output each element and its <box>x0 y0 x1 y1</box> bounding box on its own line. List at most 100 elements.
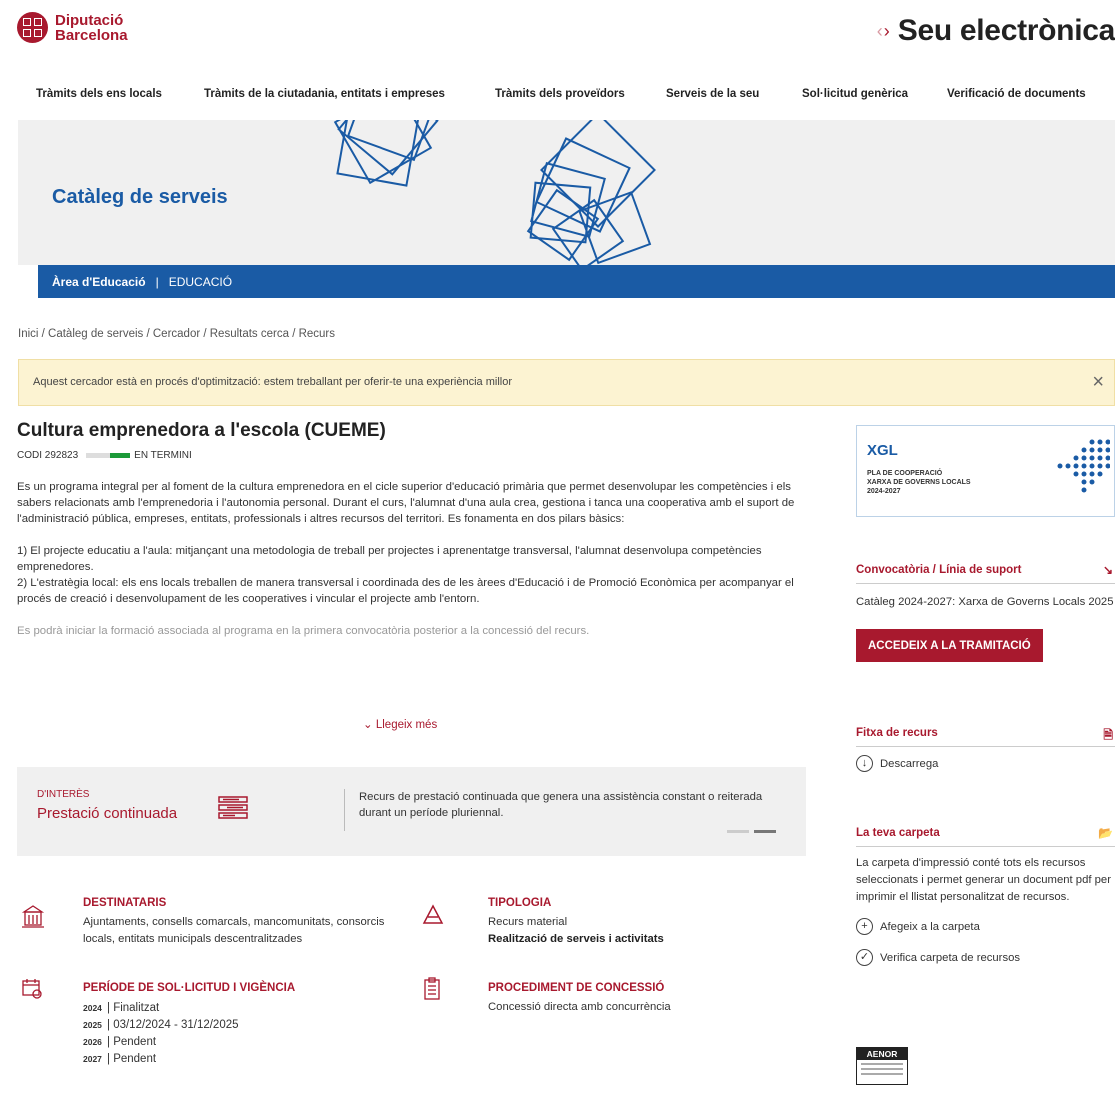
verify-folder-link[interactable]: ✓ Verifica carpeta de recursos <box>856 949 1115 966</box>
year-row: 2024 | Finalitzat <box>83 1000 295 1017</box>
area-separator: | <box>155 274 159 289</box>
nav-sollicitud-generica[interactable]: Sol·licitud genèrica <box>802 88 908 100</box>
logo-line2: Barcelona <box>55 26 128 44</box>
year-label: 2024 <box>83 1003 102 1013</box>
aenor-label: AENOR <box>857 1048 907 1060</box>
hero-banner: Catàleg de serveis <box>18 120 1115 265</box>
folder-icon: 📂 <box>1098 826 1113 840</box>
interes-text: Recurs de prestació continuada que gener… <box>359 791 763 819</box>
document-icon <box>424 977 440 1000</box>
periode-block: PERÍODE DE SOL·LICITUD I VIGÈNCIA 2024 | … <box>83 982 295 1068</box>
close-icon[interactable]: × <box>1092 372 1104 392</box>
destinataris-text: Ajuntaments, consells comarcals, mancomu… <box>83 916 385 945</box>
procediment-block: PROCEDIMENT DE CONCESSIÓ Concessió direc… <box>488 982 671 1016</box>
xgl-sub2: XARXA DE GOVERNS LOCALS <box>867 479 971 486</box>
interes-card: D'INTERÈS Prestació continuada Recurs de… <box>17 767 806 856</box>
year-value: Finalitzat <box>113 1002 160 1014</box>
year-row: 2025 | 03/12/2024 - 31/12/2025 <box>83 1017 295 1034</box>
download-label: Descarrega <box>880 757 939 770</box>
tipologia-text-2: Realització de serveis i activitats <box>488 933 664 945</box>
year-value: 03/12/2024 - 31/12/2025 <box>113 1019 239 1031</box>
calendar-icon <box>22 979 42 999</box>
download-link[interactable]: ↓ Descarrega <box>856 755 1115 772</box>
carousel-dot-active[interactable] <box>754 830 776 833</box>
site-title: Seu electrònica <box>897 14 1115 47</box>
building-icon <box>21 905 45 928</box>
year-row: 2026 | Pendent <box>83 1034 295 1051</box>
aenor-certification-logo: AENOR <box>856 1047 908 1085</box>
xgl-dots-logo-icon <box>1057 439 1110 493</box>
interes-label: D'INTERÈS <box>37 789 90 800</box>
code-brackets-icon: ‹ › <box>876 20 890 41</box>
breadcrumb[interactable]: Inici / Catàleg de serveis / Cercador / … <box>18 328 335 340</box>
resource-main: Cultura emprenedora a l'escola (CUEME) C… <box>17 420 807 1065</box>
convocatoria-section: Convocatòria / Línia de suport ↘ Catàleg… <box>856 563 1115 662</box>
site-header: Diputació Barcelona ‹ › Seu electrònica <box>0 0 1115 75</box>
nav-tramits-proveidors[interactable]: Tràmits dels proveïdors <box>495 88 625 100</box>
procediment-text: Concessió directa amb concurrència <box>488 1001 671 1013</box>
access-tramitacio-button[interactable]: ACCEDEIX A LA TRAMITACIÓ <box>856 629 1043 662</box>
carpeta-heading: La teva carpeta <box>856 827 940 839</box>
xgl-title: XGL <box>867 442 898 459</box>
periode-heading: PERÍODE DE SOL·LICITUD I VIGÈNCIA <box>83 982 296 994</box>
diputacio-emblem-icon <box>17 12 48 43</box>
desc-paragraph-2: 1) El projecte educatiu a l'aula: mitjan… <box>17 545 762 573</box>
status-bar-green <box>110 453 131 458</box>
check-icon: ✓ <box>856 949 873 966</box>
logo-line1: Diputació <box>55 11 124 29</box>
procediment-heading: PROCEDIMENT DE CONCESSIÓ <box>488 982 665 994</box>
interes-value: Prestació continuada <box>37 805 178 822</box>
carpeta-text: La carpeta d'impressió conté tots els re… <box>856 857 1111 903</box>
year-value: Pendent <box>113 1053 157 1065</box>
resource-title: Cultura emprenedora a l'escola (CUEME) <box>17 420 386 441</box>
resource-code: CODI 292823 <box>17 450 79 461</box>
tipologia-text-1: Recurs material <box>488 916 568 928</box>
fitxa-heading: Fitxa de recurs <box>856 727 938 739</box>
diputacio-logo[interactable]: Diputació Barcelona <box>17 12 128 43</box>
xgl-sub3: 2024-2027 <box>867 488 901 495</box>
year-label: 2025 <box>83 1020 102 1030</box>
tipologia-heading: TIPOLOGIA <box>488 897 552 909</box>
carpeta-section: La teva carpeta 📂 La carpeta d'impressió… <box>856 826 1115 966</box>
continuous-service-icon <box>218 796 248 819</box>
area-link[interactable]: Àrea d'Educació <box>52 275 146 289</box>
resource-description: Es un programa integral per al foment de… <box>17 479 807 639</box>
nav-serveis-seu[interactable]: Serveis de la seu <box>666 88 759 100</box>
year-value: Pendent <box>113 1036 157 1048</box>
area-bar: Àrea d'Educació | EDUCACIÓ <box>38 265 1115 298</box>
hero-title: Catàleg de serveis <box>52 186 228 208</box>
chevron-down-icon: ⌄ <box>363 719 373 731</box>
subarea-label: EDUCACIÓ <box>168 274 233 289</box>
download-icon: ↓ <box>856 755 873 772</box>
carousel-dots[interactable] <box>727 830 781 833</box>
convocatoria-text: Catàleg 2024-2027: Xarxa de Governs Loca… <box>856 596 1114 608</box>
status-bar-grey <box>86 453 111 458</box>
alert-text: Aquest cercador està en procés d'optimit… <box>33 376 512 388</box>
add-to-folder-link[interactable]: + Afegeix a la carpeta <box>856 918 1115 935</box>
read-more-link[interactable]: ⌄ Llegeix més <box>363 717 437 731</box>
add-to-folder-label: Afegeix a la carpeta <box>880 920 980 933</box>
destinataris-block: DESTINATARIS Ajuntaments, consells comar… <box>83 897 403 948</box>
plus-icon: + <box>856 918 873 935</box>
convocatoria-heading: Convocatòria / Línia de suport <box>856 564 1022 576</box>
xgl-banner[interactable]: XGL PLA DE COOPERACIÓ XARXA DE GOVERNS L… <box>856 425 1115 517</box>
resource-code-row: CODI 292823 EN TERMINI <box>17 450 807 461</box>
nav-verificacio-documents[interactable]: Verificació de documents <box>947 88 1086 100</box>
read-more-label: Llegeix més <box>375 719 438 731</box>
desc-paragraph-1: Es un programa integral per al foment de… <box>17 481 795 525</box>
seu-electronica-home[interactable]: ‹ › Seu electrònica <box>877 14 1115 48</box>
year-label: 2026 <box>83 1037 102 1047</box>
year-row: 2027 | Pendent <box>83 1051 295 1068</box>
carousel-dot[interactable] <box>727 830 749 833</box>
arrow-down-right-icon[interactable]: ↘ <box>1103 563 1113 577</box>
desc-paragraph-4: Es podrà iniciar la formació associada a… <box>17 625 590 637</box>
desc-paragraph-3: 2) L'estratègia local: els ens locals tr… <box>17 577 794 605</box>
nav-tramits-ciutadania[interactable]: Tràmits de la ciutadania, entitats i emp… <box>204 88 445 100</box>
interes-divider <box>344 789 345 831</box>
nav-tramits-ens-locals[interactable]: Tràmits dels ens locals <box>36 88 162 100</box>
pdf-file-icon: 🗎 <box>1103 728 1113 742</box>
fitxa-section: Fitxa de recurs 🗎 ↓ Descarrega <box>856 727 1115 772</box>
optimization-alert: Aquest cercador està en procés d'optimit… <box>18 359 1115 406</box>
verify-folder-label: Verifica carpeta de recursos <box>880 951 1021 964</box>
xgl-sub1: PLA DE COOPERACIÓ <box>867 470 943 477</box>
